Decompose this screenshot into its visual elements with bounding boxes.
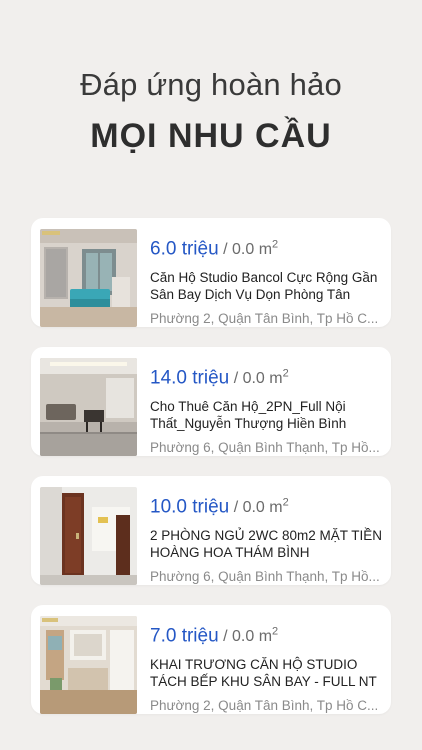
listing-price: 6.0 triệu <box>150 238 219 260</box>
listing-price: 14.0 triệu <box>150 367 230 389</box>
listing-photo <box>40 358 137 456</box>
listing-address: Phường 2, Quận Tân Bình, Tp Hồ C... <box>150 311 379 327</box>
listing-card[interactable]: 7.0 triệu / 0.0 m2 KHAI TRƯƠNG CĂN HỘ ST… <box>31 605 391 714</box>
listing-area: / 0.0 m2 <box>223 239 279 259</box>
listing-card[interactable]: 6.0 triệu / 0.0 m2 Căn Hộ Studio Bancol … <box>31 218 391 327</box>
listing-area: / 0.0 m2 <box>233 497 289 517</box>
listing-address: Phường 6, Quận Bình Thạnh, Tp Hồ... <box>150 569 380 585</box>
listing-photo <box>40 616 137 714</box>
listing-price: 7.0 triệu <box>150 625 219 647</box>
listing-photo <box>40 487 137 585</box>
listing-card[interactable]: 14.0 triệu / 0.0 m2 Cho Thuê Căn Hộ_2PN_… <box>31 347 391 456</box>
hero-subtitle: Đáp ứng hoàn hảo <box>80 67 342 102</box>
listing-photo <box>40 229 137 327</box>
listing-address: Phường 6, Quận Bình Thạnh, Tp Hồ... <box>150 440 380 456</box>
hero-title: MỌI NHU CẦU <box>90 117 332 155</box>
hero-header: Đáp ứng hoàn hảo MỌI NHU CẦU <box>0 0 422 156</box>
listing-area: / 0.0 m2 <box>223 626 279 646</box>
listing-list: 6.0 triệu / 0.0 m2 Căn Hộ Studio Bancol … <box>31 218 391 734</box>
listing-address: Phường 2, Quận Tân Bình, Tp Hồ C... <box>150 698 379 714</box>
listing-title: 2 PHÒNG NGỦ 2WC 80m2 MẶT TIỀN HOÀNG HOA … <box>150 528 383 561</box>
listing-price: 10.0 triệu <box>150 496 230 518</box>
listing-title: Cho Thuê Căn Hộ_2PN_Full Nội Thất_Nguyễn… <box>150 399 347 432</box>
listing-area: / 0.0 m2 <box>233 368 289 388</box>
listing-title: KHAI TRƯƠNG CĂN HỘ STUDIO TÁCH BẾP KHU S… <box>150 657 377 690</box>
listing-title: Căn Hộ Studio Bancol Cực Rộng Gần Sân Ba… <box>150 270 378 303</box>
listing-card[interactable]: 10.0 triệu / 0.0 m2 2 PHÒNG NGỦ 2WC 80m2… <box>31 476 391 585</box>
